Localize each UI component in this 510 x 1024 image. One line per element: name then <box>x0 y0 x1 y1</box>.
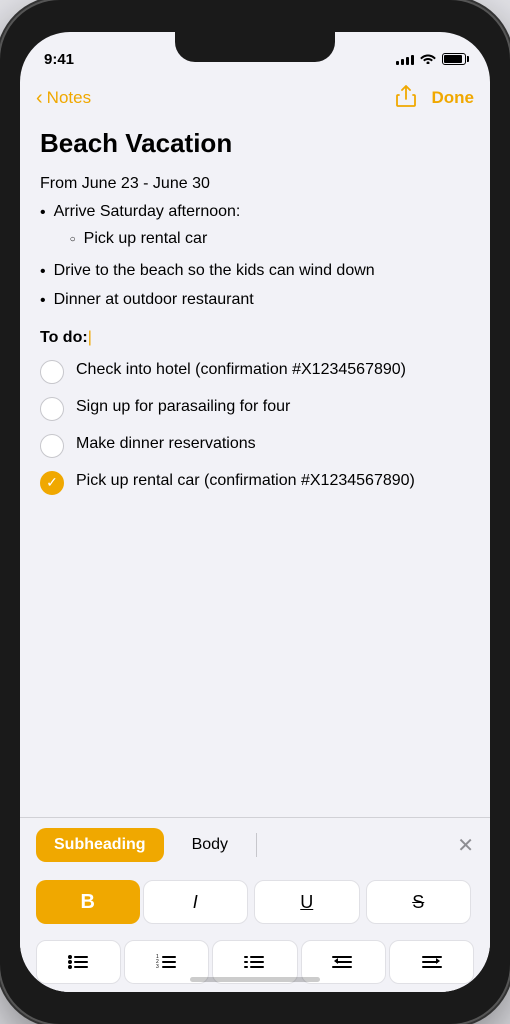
toolbar-divider <box>256 833 257 857</box>
indent-right-button[interactable] <box>389 940 474 984</box>
style-picker-row: Subheading Body ✕ <box>20 818 490 872</box>
list-item: • Drive to the beach so the kids can win… <box>40 260 470 283</box>
note-title: Beach Vacation <box>40 128 470 159</box>
nav-actions: Done <box>396 85 475 112</box>
text-format-row: B I U S <box>20 872 490 932</box>
todo-text-4: Pick up rental car (confirmation #X12345… <box>76 470 415 492</box>
screen: 9:41 <box>20 32 490 992</box>
sub-list-item: ○ Pick up rental car <box>70 228 241 250</box>
numbered-list-icon: 1 2 3 <box>156 953 178 971</box>
todo-item-3: Make dinner reservations <box>40 433 470 458</box>
todo-list: Check into hotel (confirmation #X1234567… <box>40 359 470 495</box>
cursor: | <box>88 329 92 346</box>
sub-list-item-text: Pick up rental car <box>84 228 208 250</box>
todo-text-3: Make dinner reservations <box>76 433 256 455</box>
note-content: Beach Vacation From June 23 - June 30 • … <box>20 120 490 817</box>
body-style-button[interactable]: Body <box>174 828 246 862</box>
indent-right-icon <box>420 954 442 970</box>
list-item-text: Drive to the beach so the kids can wind … <box>54 260 375 282</box>
sub-list: ○ Pick up rental car <box>70 228 241 250</box>
bold-button[interactable]: B <box>36 880 140 924</box>
format-toolbar: Subheading Body ✕ B I U S <box>20 817 490 992</box>
strikethrough-button[interactable]: S <box>366 880 472 924</box>
bullet-list-button[interactable] <box>36 940 121 984</box>
subheading-style-button[interactable]: Subheading <box>36 828 164 862</box>
list-item-text: Dinner at outdoor restaurant <box>54 289 254 311</box>
todo-item-1: Check into hotel (confirmation #X1234567… <box>40 359 470 384</box>
bullet-icon: • <box>40 290 46 312</box>
bold-label: B <box>81 891 95 914</box>
todo-checkbox-2[interactable] <box>40 397 64 421</box>
note-date: From June 23 - June 30 <box>40 175 470 193</box>
todo-item-4: ✓ Pick up rental car (confirmation #X123… <box>40 470 470 495</box>
todo-label: To do:| <box>40 329 470 347</box>
todo-text-2: Sign up for parasailing for four <box>76 396 290 418</box>
back-label: Notes <box>47 88 91 108</box>
todo-label-text: To do: <box>40 329 88 346</box>
close-format-button[interactable]: ✕ <box>457 833 474 858</box>
list-format-row: 1 2 3 <box>20 932 490 992</box>
bullet-list: • Arrive Saturday afternoon: ○ Pick up r… <box>40 201 470 313</box>
list-item: • Dinner at outdoor restaurant <box>40 289 470 312</box>
strikethrough-label: S <box>412 892 424 913</box>
back-button[interactable]: ‹ Notes <box>36 88 91 108</box>
bullet-icon: • <box>40 202 46 224</box>
done-button[interactable]: Done <box>432 88 475 108</box>
battery-icon <box>442 53 466 65</box>
underline-label: U <box>300 892 313 913</box>
indent-left-icon <box>332 954 354 970</box>
phone-shell: 9:41 <box>0 0 510 1024</box>
signal-icon <box>396 53 414 65</box>
list-item-text: Arrive Saturday afternoon: <box>54 203 241 220</box>
underline-button[interactable]: U <box>254 880 360 924</box>
italic-label: I <box>193 892 198 913</box>
bullet-icon: • <box>40 261 46 283</box>
sub-bullet-icon: ○ <box>70 233 76 247</box>
bullet-list-icon <box>68 953 90 971</box>
wifi-icon <box>420 52 436 67</box>
share-button[interactable] <box>396 85 416 112</box>
todo-checkbox-1[interactable] <box>40 360 64 384</box>
dash-list-icon <box>244 953 266 971</box>
todo-text-1: Check into hotel (confirmation #X1234567… <box>76 359 406 381</box>
notch <box>175 32 335 62</box>
todo-item-2: Sign up for parasailing for four <box>40 396 470 421</box>
svg-text:3: 3 <box>156 964 159 970</box>
nav-bar: ‹ Notes Done <box>20 76 490 120</box>
status-icons <box>396 52 466 67</box>
status-time: 9:41 <box>44 51 74 68</box>
todo-checkbox-4[interactable]: ✓ <box>40 471 64 495</box>
italic-button[interactable]: I <box>143 880 249 924</box>
todo-checkbox-3[interactable] <box>40 434 64 458</box>
list-item: • Arrive Saturday afternoon: ○ Pick up r… <box>40 201 470 254</box>
chevron-left-icon: ‹ <box>36 88 43 108</box>
home-indicator <box>190 977 320 982</box>
